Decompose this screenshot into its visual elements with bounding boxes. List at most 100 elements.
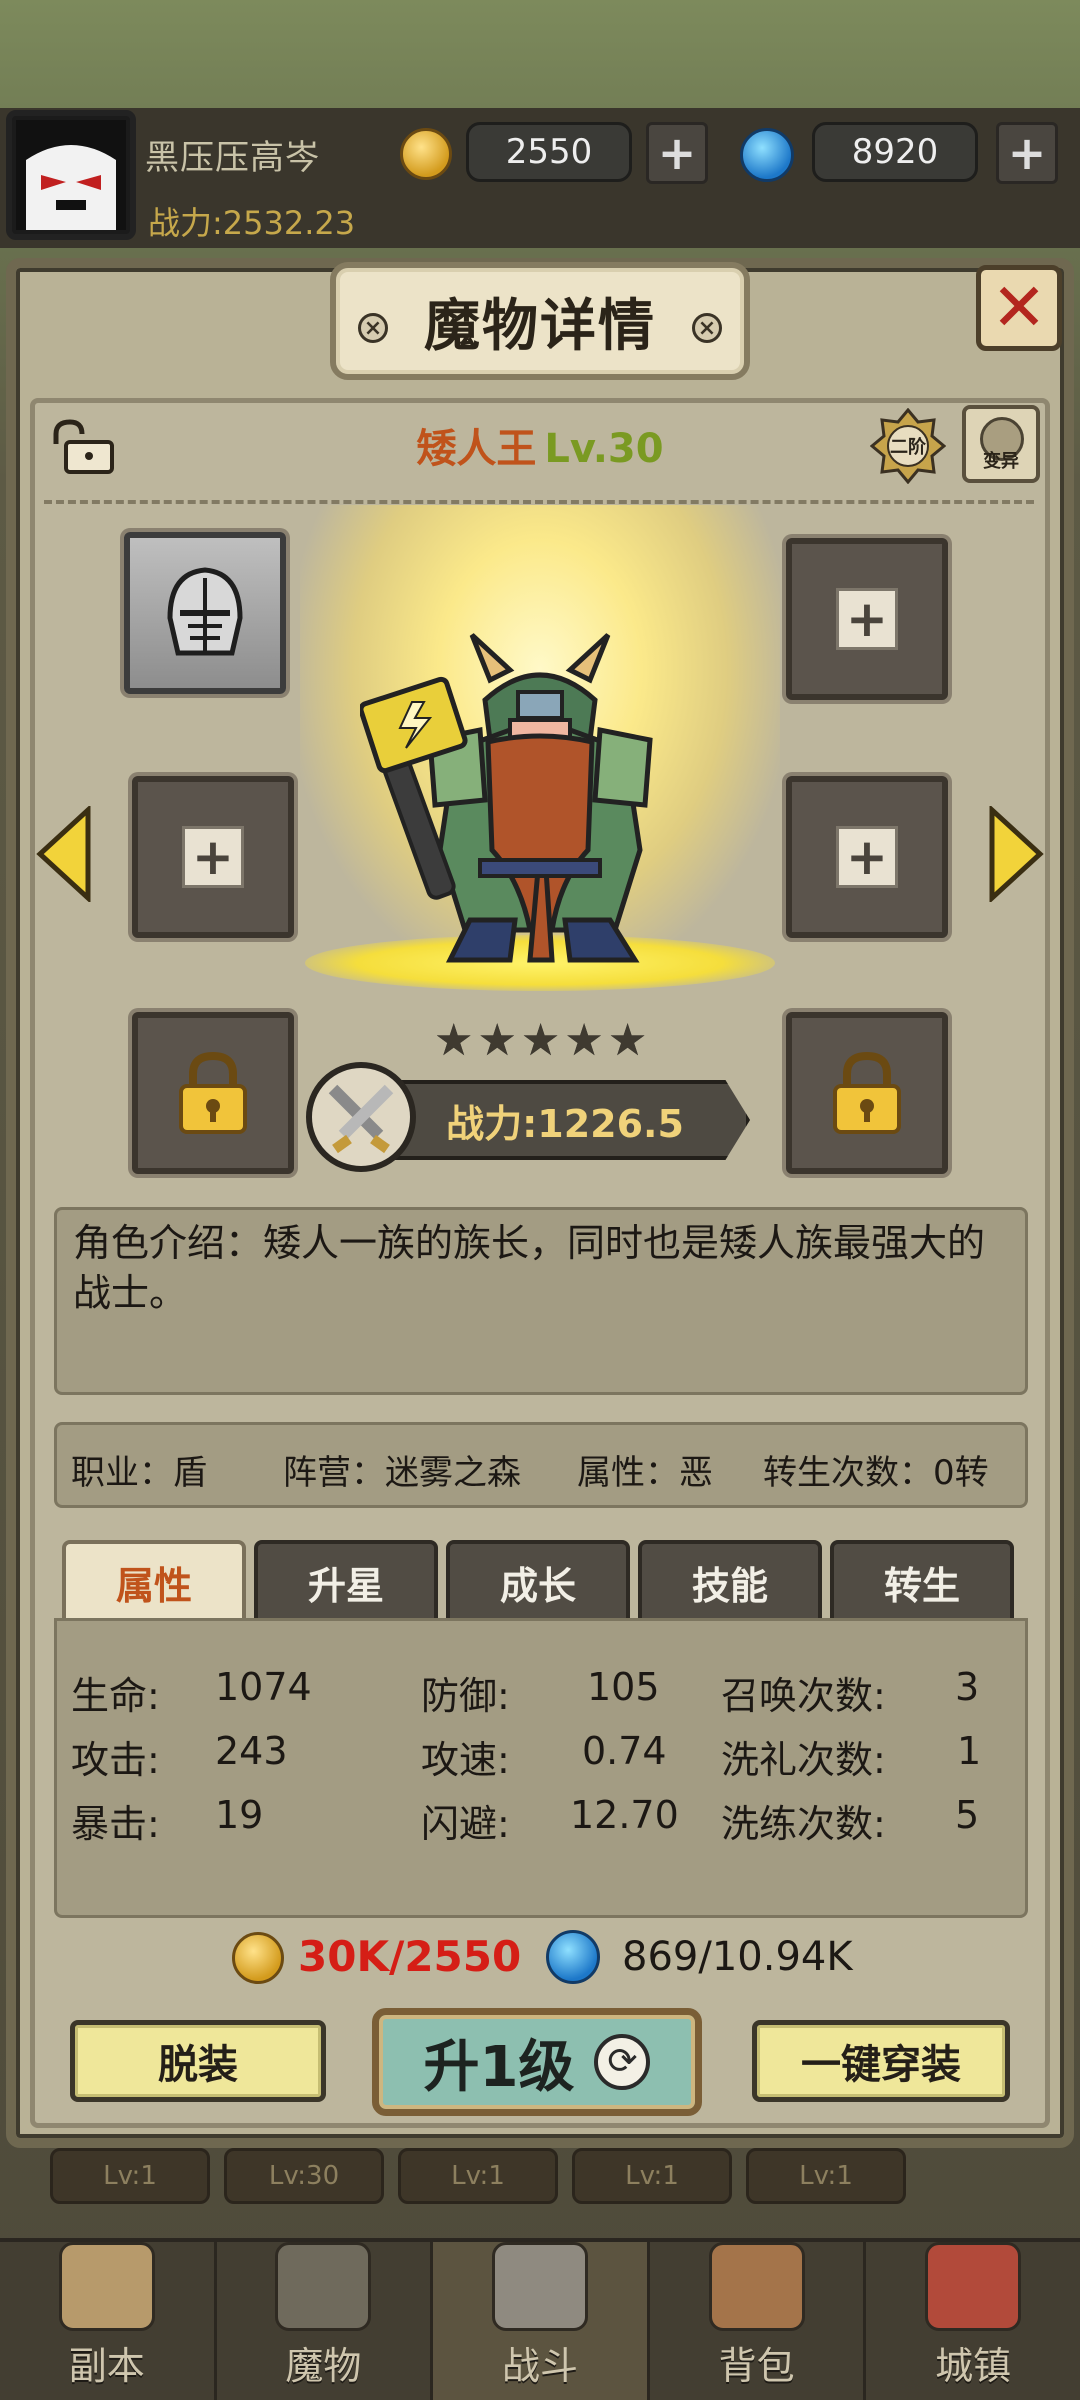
player-name: 黑压压高岑 bbox=[145, 138, 320, 178]
detail-tabs: 属性 升星 成长 技能 转生 bbox=[62, 1540, 1014, 1620]
stat-label: 攻击: bbox=[71, 1738, 160, 1782]
stat-label: 洗礼次数: bbox=[721, 1738, 886, 1782]
upgrade-label: 升1级 bbox=[423, 2034, 575, 2100]
tab-rebirth[interactable]: 转生 bbox=[830, 1540, 1014, 1620]
close-button[interactable]: ✕ bbox=[976, 265, 1062, 351]
stat-label: 闪避: bbox=[421, 1802, 510, 1846]
nav-dungeon[interactable]: 副本 bbox=[0, 2242, 217, 2400]
modal-title-plate: × 魔物详情 × bbox=[330, 262, 750, 380]
gold-cost: 30K/2550 bbox=[298, 1932, 522, 1981]
rivet-icon: × bbox=[692, 313, 722, 343]
helmet-icon bbox=[167, 567, 243, 656]
equip-slot-locked[interactable] bbox=[132, 1012, 294, 1174]
stat-label: 暴击: bbox=[71, 1802, 160, 1846]
crossed-swords-icon bbox=[306, 1062, 416, 1172]
nav-label: 战斗 bbox=[501, 2344, 578, 2388]
tab-growth[interactable]: 成长 bbox=[446, 1540, 630, 1620]
stat-value: 3 bbox=[955, 1665, 980, 1709]
nav-bag[interactable]: 背包 bbox=[650, 2242, 867, 2400]
nav-label: 副本 bbox=[68, 2344, 145, 2388]
equip-all-button[interactable]: 一键穿装 bbox=[752, 2020, 1010, 2102]
tier-badge: 二阶 bbox=[870, 408, 946, 484]
nav-monsters[interactable]: 魔物 bbox=[217, 2242, 434, 2400]
player-power: 战力:2532.23 bbox=[148, 204, 356, 242]
star-icon: ★ bbox=[520, 1015, 561, 1066]
tier-label: 二阶 bbox=[890, 437, 926, 458]
tab-star-up[interactable]: 升星 bbox=[254, 1540, 438, 1620]
plus-icon: + bbox=[182, 826, 244, 888]
player-avatar[interactable] bbox=[6, 110, 136, 240]
stat-value: 5 bbox=[955, 1793, 980, 1837]
backpack-icon bbox=[708, 2242, 805, 2331]
stat-value: 105 bbox=[587, 1665, 660, 1709]
stat-value: 12.70 bbox=[570, 1793, 679, 1837]
modal-title: 魔物详情 bbox=[424, 293, 656, 359]
next-monster-arrow-icon[interactable] bbox=[988, 806, 1044, 902]
star-icon: ★ bbox=[477, 1015, 517, 1066]
divider bbox=[44, 500, 1034, 504]
plus-icon: + bbox=[836, 826, 898, 888]
stat-value: 1 bbox=[957, 1729, 982, 1773]
stat-label: 防御: bbox=[421, 1674, 510, 1718]
monster-name: 矮人王 bbox=[416, 426, 537, 472]
character-intro: 角色介绍：矮人一族的族长，同时也是矮人族最强大的战士。 bbox=[54, 1207, 1028, 1395]
equip-slot-locked[interactable] bbox=[786, 1012, 948, 1174]
strip-slot[interactable]: Lv:1 bbox=[398, 2148, 558, 2204]
plus-icon: + bbox=[836, 588, 898, 650]
gold-coin-icon bbox=[232, 1932, 284, 1984]
unlock-icon[interactable] bbox=[48, 418, 118, 474]
add-gold-button[interactable]: + bbox=[646, 122, 708, 184]
stat-value: 243 bbox=[215, 1729, 288, 1773]
essence-orb-icon bbox=[546, 1930, 600, 1984]
character-info-row: 职业：盾 阵营：迷雾之森 属性：恶 转生次数：0转 bbox=[54, 1422, 1028, 1508]
equip-slot-empty[interactable]: + bbox=[786, 538, 948, 700]
nav-town[interactable]: 城镇 bbox=[866, 2242, 1080, 2400]
mutate-label: 变异 bbox=[983, 451, 1019, 472]
tab-attributes[interactable]: 属性 bbox=[62, 1540, 246, 1620]
stat-value: 0.74 bbox=[582, 1729, 667, 1773]
camp-label: 阵营：迷雾之森 bbox=[283, 1453, 521, 1493]
stat-label: 攻速: bbox=[421, 1738, 510, 1782]
nav-label: 魔物 bbox=[285, 2344, 362, 2388]
strip-slot[interactable]: Lv:30 bbox=[224, 2148, 384, 2204]
monster-level: Lv.30 bbox=[544, 426, 664, 472]
gold-amount: 2550 bbox=[466, 122, 632, 182]
refresh-icon: ⟳ bbox=[594, 2034, 651, 2090]
shop-icon bbox=[925, 2242, 1022, 2331]
star-icon: ★ bbox=[564, 1015, 604, 1066]
helmet-slot[interactable] bbox=[124, 532, 286, 694]
strip-slot[interactable]: Lv:1 bbox=[50, 2148, 210, 2204]
add-gem-button[interactable]: + bbox=[996, 122, 1058, 184]
monster-title: 矮人王 Lv.30 bbox=[340, 416, 740, 474]
attribute-label: 属性：恶 bbox=[577, 1453, 713, 1493]
nav-label: 城镇 bbox=[935, 2344, 1012, 2388]
diamond-icon bbox=[740, 128, 794, 182]
essence-cost: 869/10.94K bbox=[622, 1934, 853, 1980]
mutate-button[interactable]: 变异 bbox=[962, 405, 1040, 483]
strip-slot[interactable]: Lv:1 bbox=[746, 2148, 906, 2204]
bottom-nav: 副本 魔物 战斗 背包 城镇 bbox=[0, 2238, 1080, 2400]
equip-slot-empty[interactable]: + bbox=[132, 776, 294, 938]
star-icon: ★ bbox=[434, 1015, 474, 1066]
gold-coin-icon bbox=[400, 128, 452, 180]
equip-slot-empty[interactable]: + bbox=[786, 776, 948, 938]
stat-label: 生命: bbox=[71, 1674, 160, 1718]
star-rating: ★ ★ ★ ★ ★ bbox=[434, 1019, 647, 1063]
helmet-icon bbox=[275, 2242, 372, 2331]
gem-amount: 8920 bbox=[812, 122, 978, 182]
rebirth-label: 转生次数：0转 bbox=[763, 1453, 989, 1493]
strip-slot[interactable]: Lv:1 bbox=[572, 2148, 732, 2204]
dwarf-king-portrait bbox=[360, 633, 653, 963]
tab-skills[interactable]: 技能 bbox=[638, 1540, 822, 1620]
nav-label: 背包 bbox=[718, 2344, 795, 2388]
nav-battle[interactable]: 战斗 bbox=[433, 2242, 650, 2400]
unequip-button[interactable]: 脱装 bbox=[70, 2020, 326, 2102]
star-icon: ★ bbox=[607, 1015, 648, 1066]
stats-panel: 生命: 1074 攻击: 243 暴击: 19 防御: 105 攻速: 0.74… bbox=[54, 1618, 1028, 1918]
job-label: 职业：盾 bbox=[71, 1453, 207, 1493]
bear-avatar-icon bbox=[16, 120, 126, 230]
rivet-icon: × bbox=[358, 313, 388, 343]
close-icon: ✕ bbox=[991, 269, 1047, 346]
prev-monster-arrow-icon[interactable] bbox=[36, 806, 92, 902]
upgrade-button[interactable]: 升1级 ⟳ bbox=[372, 2008, 702, 2116]
